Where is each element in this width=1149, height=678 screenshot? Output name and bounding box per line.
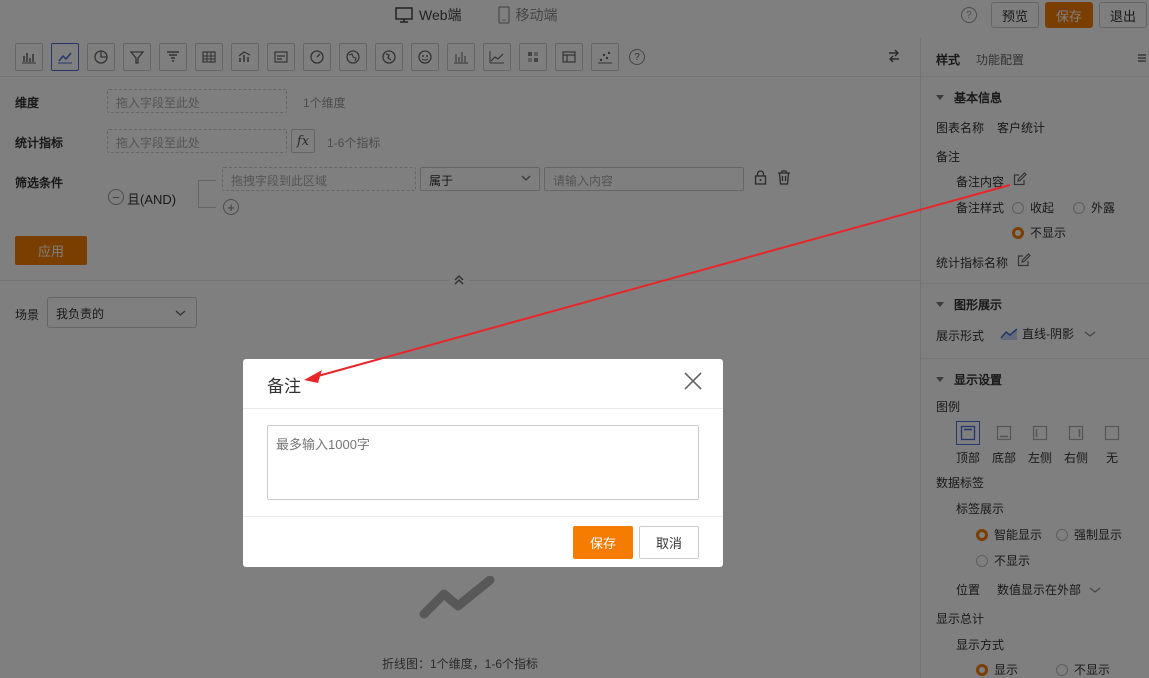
remark-dialog: 备注 保存 取消 (243, 359, 723, 567)
dialog-divider (243, 408, 723, 409)
dialog-save-button[interactable]: 保存 (573, 526, 633, 559)
remark-textarea[interactable] (267, 425, 699, 500)
close-icon[interactable] (683, 371, 703, 391)
dialog-title: 备注 (267, 377, 301, 396)
modal-overlay[interactable] (0, 0, 1149, 678)
dialog-cancel-button[interactable]: 取消 (639, 526, 699, 559)
dialog-divider (243, 516, 723, 517)
